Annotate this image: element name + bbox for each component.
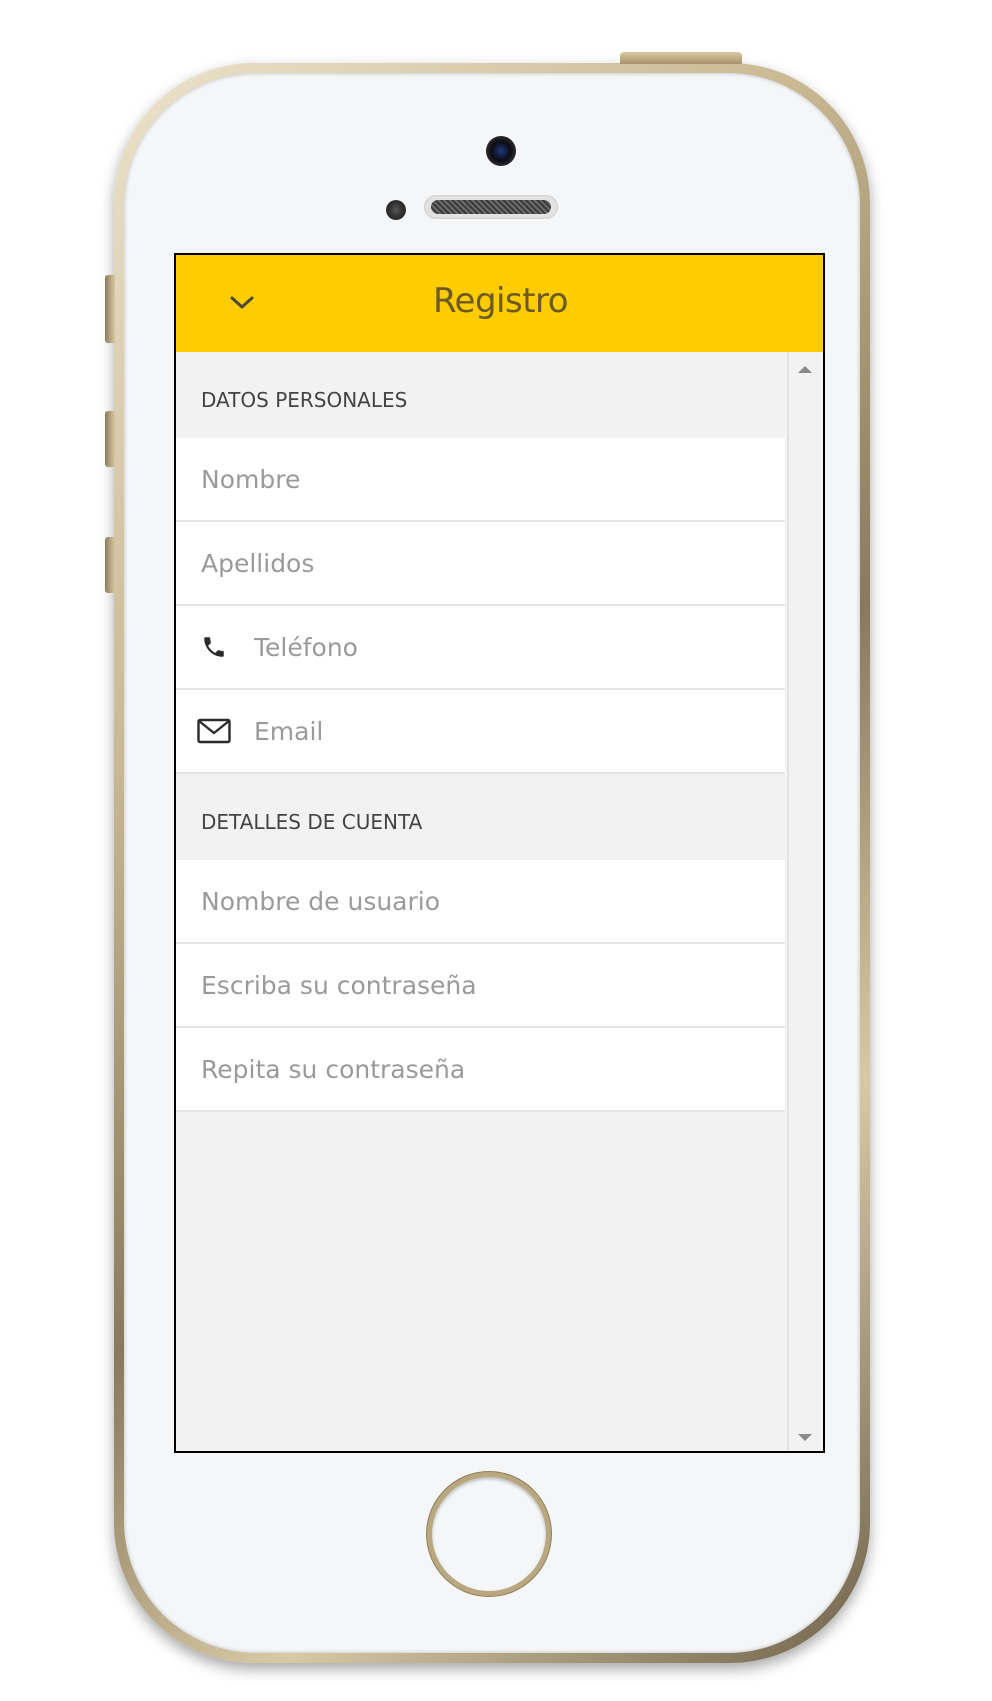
- mute-switch: [105, 275, 115, 343]
- first-name-input[interactable]: [201, 438, 761, 520]
- first-name-row: [176, 438, 785, 522]
- username-row: [176, 860, 785, 944]
- volume-up-button: [105, 411, 115, 467]
- app-header: Registro: [176, 255, 823, 352]
- username-input[interactable]: [201, 860, 761, 942]
- earpiece-speaker: [424, 195, 558, 219]
- email-input[interactable]: [254, 690, 764, 772]
- page-title: Registro: [432, 281, 569, 321]
- scroll-down-arrow-icon[interactable]: [798, 1434, 812, 1441]
- home-button[interactable]: [427, 1472, 551, 1596]
- front-camera: [486, 136, 516, 166]
- power-button: [620, 52, 742, 64]
- proximity-sensor: [386, 200, 406, 220]
- registration-form: DATOS PERSONALES DETALLES DE: [176, 352, 785, 1451]
- password-repeat-row: [176, 1028, 785, 1112]
- scrollbar[interactable]: [787, 352, 823, 1451]
- envelope-icon: [196, 714, 232, 748]
- password-repeat-input[interactable]: [201, 1028, 761, 1110]
- phone-input[interactable]: [254, 606, 764, 688]
- password-input[interactable]: [201, 944, 761, 1026]
- last-name-row: [176, 522, 785, 606]
- app-screen: Registro DATOS PERSONALES Nombre Apellid…: [174, 253, 825, 1453]
- section-account-title: DETALLES DE CUENTA: [176, 774, 785, 860]
- last-name-input[interactable]: [201, 522, 761, 604]
- email-row: [176, 690, 785, 774]
- phone-row: [176, 606, 785, 690]
- phone-icon: [196, 630, 232, 664]
- chevron-down-icon[interactable]: [222, 283, 262, 323]
- section-personal-title: DATOS PERSONALES: [176, 352, 785, 438]
- scroll-up-arrow-icon[interactable]: [798, 366, 812, 373]
- volume-down-button: [105, 537, 115, 593]
- password-row: [176, 944, 785, 1028]
